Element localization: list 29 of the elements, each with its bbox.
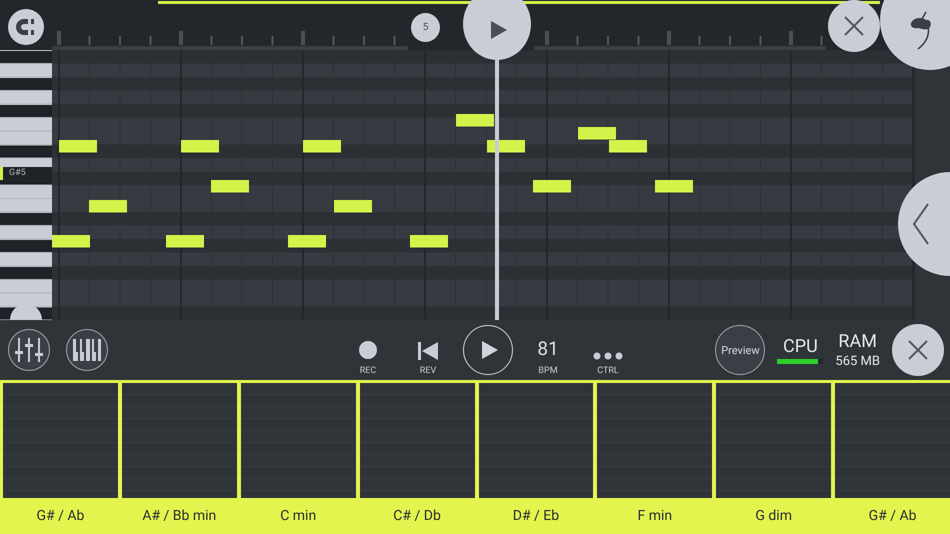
more-icon bbox=[593, 352, 623, 360]
piano-icon bbox=[73, 339, 101, 361]
play-icon bbox=[490, 20, 508, 40]
close-icon bbox=[908, 340, 928, 360]
snap-magnet-button[interactable] bbox=[8, 9, 44, 45]
ram-value: 565 MB bbox=[835, 354, 880, 369]
timeline-marker[interactable]: 5 bbox=[411, 13, 440, 42]
controls-button[interactable]: CTRL bbox=[578, 324, 638, 376]
rewind-button[interactable]: REV bbox=[398, 324, 458, 376]
play-button[interactable] bbox=[463, 325, 513, 375]
record-icon bbox=[358, 340, 378, 360]
record-button[interactable]: REC bbox=[338, 324, 398, 376]
key-label: G#5 bbox=[0, 167, 52, 180]
chevron-left-icon bbox=[912, 203, 930, 245]
play-icon bbox=[481, 340, 499, 360]
note-grid[interactable] bbox=[52, 50, 915, 320]
piano-button[interactable] bbox=[66, 329, 108, 371]
close-button[interactable] bbox=[828, 0, 880, 52]
tempo-control[interactable]: 81 BPM bbox=[518, 324, 578, 376]
close-button[interactable] bbox=[892, 324, 944, 376]
mixer-icon bbox=[15, 337, 43, 363]
piano-keys-drawing[interactable] bbox=[0, 50, 52, 320]
preview-button[interactable]: Preview bbox=[715, 325, 766, 375]
close-icon bbox=[844, 16, 864, 36]
ram-label: RAM bbox=[838, 331, 877, 352]
skip-back-icon bbox=[418, 342, 438, 360]
play-button[interactable] bbox=[463, 0, 531, 60]
cpu-label: CPU bbox=[783, 336, 818, 357]
mixer-button[interactable] bbox=[8, 329, 50, 371]
